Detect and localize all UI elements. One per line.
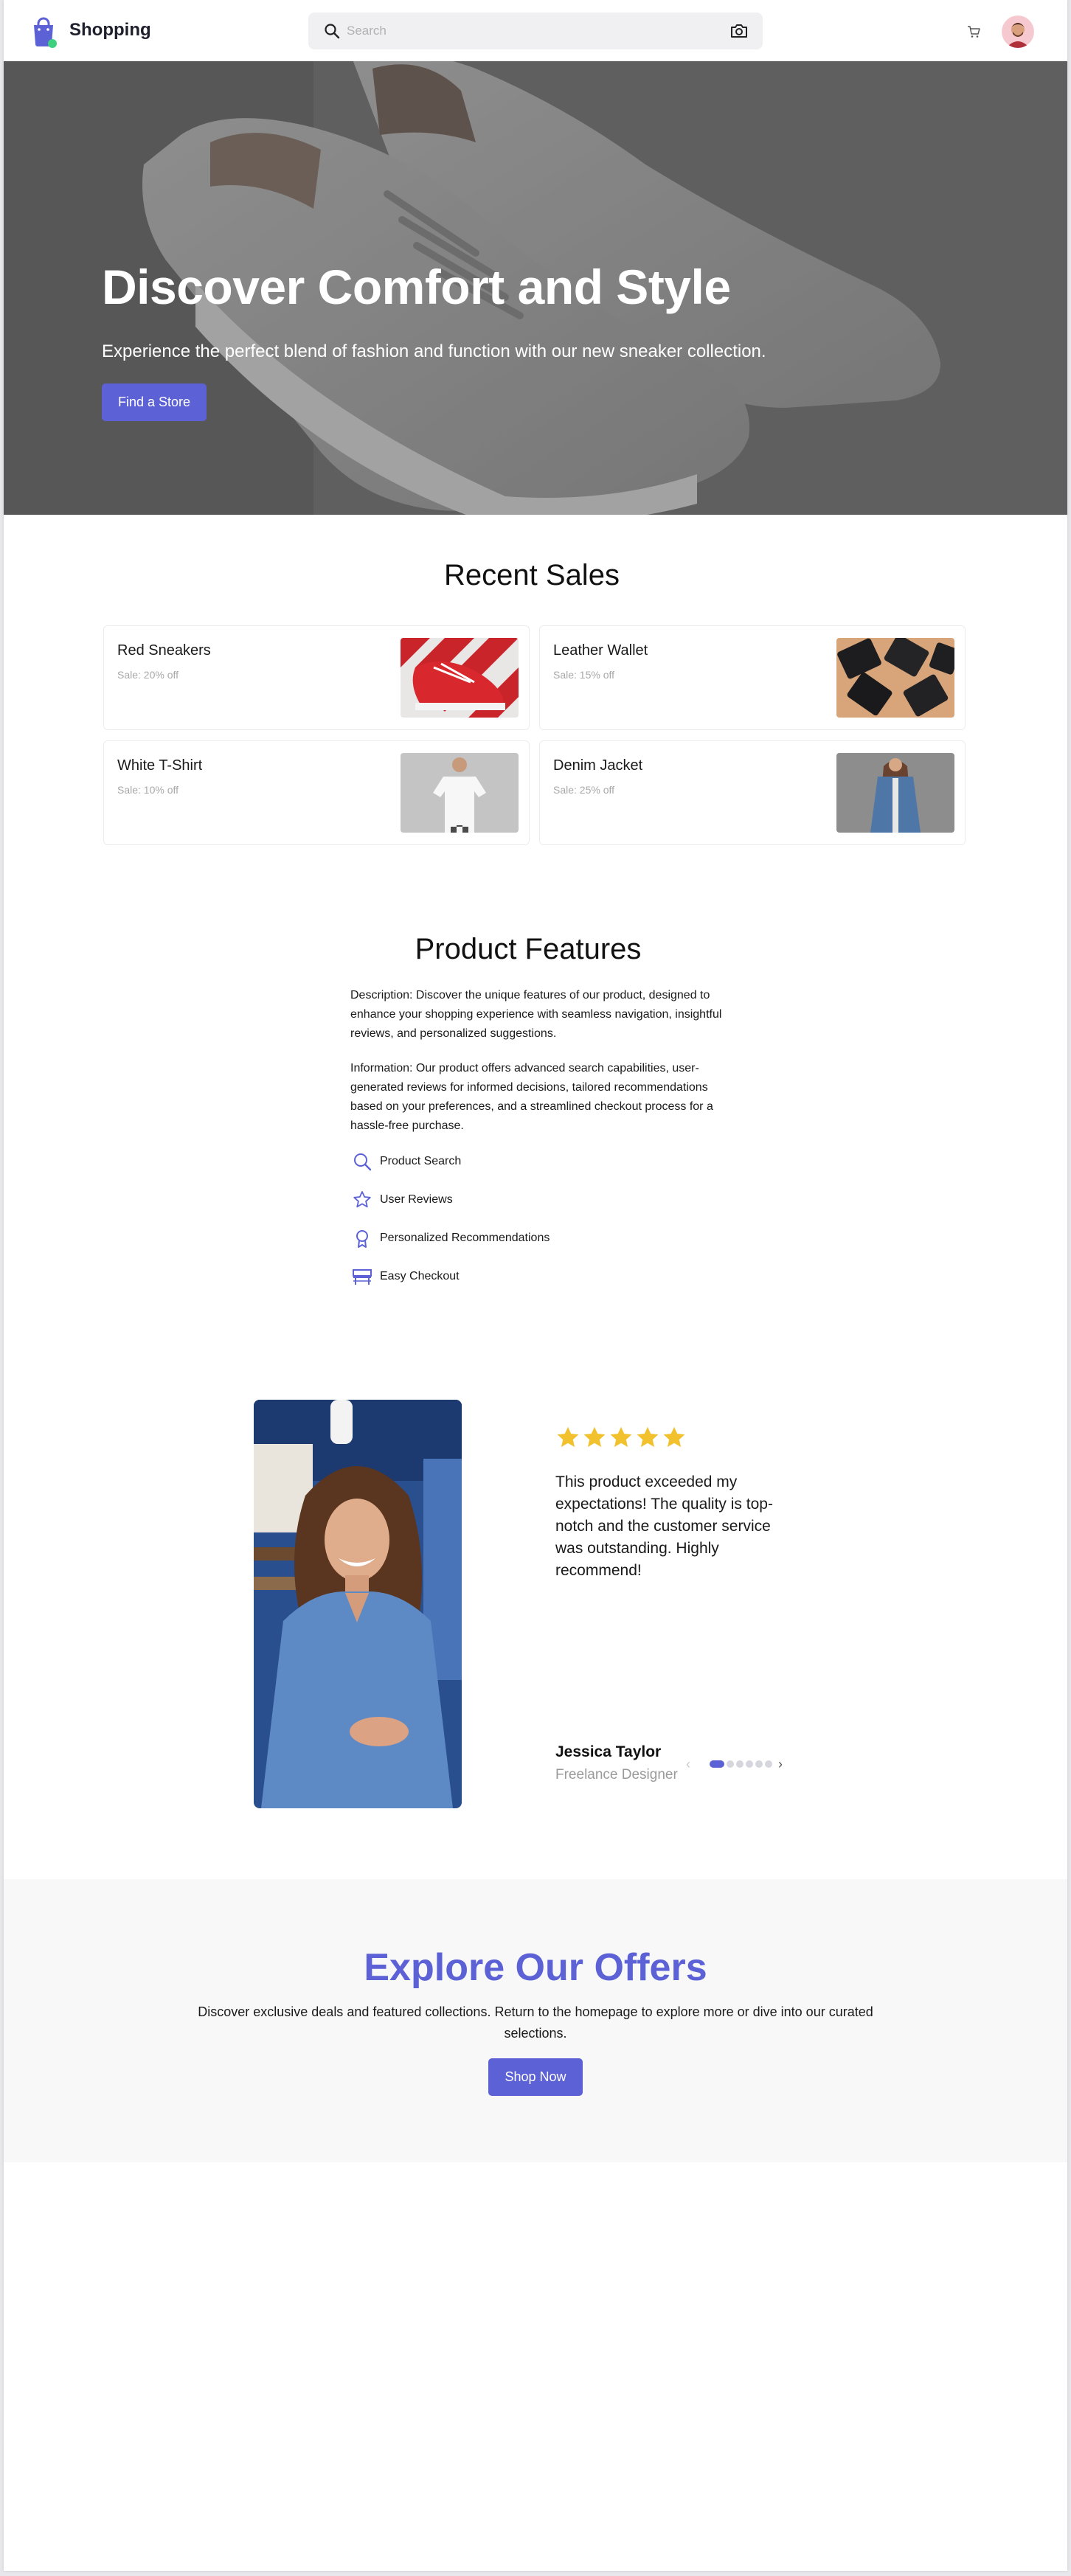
carousel-dot-1[interactable]	[710, 1760, 724, 1768]
camera-icon[interactable]	[730, 23, 748, 39]
carousel-dot-4[interactable]	[746, 1760, 753, 1768]
shopping-bag-logo-icon[interactable]	[27, 15, 60, 49]
rating-stars	[555, 1425, 688, 1451]
leather-wallet-image	[836, 638, 954, 718]
find-store-button[interactable]: Find a Store	[102, 383, 207, 421]
brand-name[interactable]: Shopping	[69, 20, 151, 41]
carousel-dot-5[interactable]	[755, 1760, 763, 1768]
hero-banner: Discover Comfort and Style Experience th…	[4, 61, 1067, 515]
star-icon	[663, 1426, 685, 1448]
carousel-dot-2[interactable]	[727, 1760, 734, 1768]
testimonial-role: Freelance Designer	[555, 1767, 678, 1782]
search-input[interactable]	[347, 20, 715, 42]
page: Shopping Search Discover Comfort and Sty…	[4, 0, 1067, 2571]
feature-label: Product Search	[380, 1155, 462, 1167]
carousel-dot-6[interactable]	[765, 1760, 772, 1768]
recent-sales-title: Recent Sales	[444, 559, 620, 591]
chevron-left-icon[interactable]: ‹	[686, 1757, 690, 1772]
star-icon	[557, 1426, 579, 1448]
checkout-icon	[353, 1269, 372, 1285]
feature-label: Easy Checkout	[380, 1270, 460, 1282]
sale-card-red-sneakers[interactable]: Red Sneakers Sale: 20% off	[103, 625, 530, 730]
hero-title: Discover Comfort and Style	[102, 260, 731, 314]
sale-item-discount: Sale: 10% off	[117, 784, 179, 796]
sale-item-name: White T-Shirt	[117, 757, 203, 774]
red-sneakers-image	[401, 638, 519, 718]
offers-title: Explore Our Offers	[364, 1946, 707, 1989]
star-icon	[610, 1426, 632, 1448]
testimonial-photo	[254, 1400, 462, 1808]
shop-now-button[interactable]: Shop Now	[488, 2058, 583, 2096]
sale-card-white-tshirt[interactable]: White T-Shirt Sale: 10% off	[103, 740, 530, 845]
search-bar[interactable]	[308, 13, 763, 49]
sale-card-denim-jacket[interactable]: Denim Jacket Sale: 25% off	[539, 740, 966, 845]
chevron-right-icon[interactable]: ›	[778, 1757, 783, 1772]
sale-card-leather-wallet[interactable]: Leather Wallet Sale: 15% off	[539, 625, 966, 730]
testimonial-quote: This product exceeded my expectations! T…	[555, 1473, 773, 1579]
award-icon	[356, 1230, 368, 1248]
denim-jacket-image	[836, 753, 954, 833]
star-icon	[583, 1426, 606, 1448]
feature-label: User Reviews	[380, 1193, 453, 1206]
star-icon	[353, 1191, 371, 1208]
testimonial-carousel: ‹ ›	[686, 1755, 789, 1773]
sale-item-discount: Sale: 15% off	[553, 669, 615, 681]
search-icon	[354, 1153, 372, 1171]
testimonial-name: Jessica Taylor	[555, 1743, 662, 1760]
header: Shopping	[4, 0, 1067, 61]
sale-item-name: Leather Wallet	[553, 642, 648, 659]
sale-item-name: Red Sneakers	[117, 642, 211, 659]
star-icon	[637, 1426, 659, 1448]
carousel-dot-3[interactable]	[736, 1760, 744, 1768]
offers-text: Discover exclusive deals and featured co…	[198, 2004, 873, 2041]
user-avatar[interactable]	[1002, 15, 1034, 48]
offers-section: Explore Our Offers Discover exclusive de…	[4, 1879, 1067, 2162]
search-icon	[325, 24, 340, 39]
features-description: Description: Discover the unique feature…	[350, 989, 722, 1040]
features-information: Information: Our product offers advanced…	[350, 1062, 713, 1132]
cart-icon[interactable]	[966, 24, 981, 39]
sale-item-discount: Sale: 20% off	[117, 669, 179, 681]
sale-item-name: Denim Jacket	[553, 757, 643, 774]
feature-label: Personalized Recommendations	[380, 1232, 550, 1244]
sale-item-discount: Sale: 25% off	[553, 784, 615, 796]
product-features-title: Product Features	[415, 933, 642, 965]
hero-subtitle: Experience the perfect blend of fashion …	[102, 341, 766, 361]
white-tshirt-image	[401, 753, 519, 833]
